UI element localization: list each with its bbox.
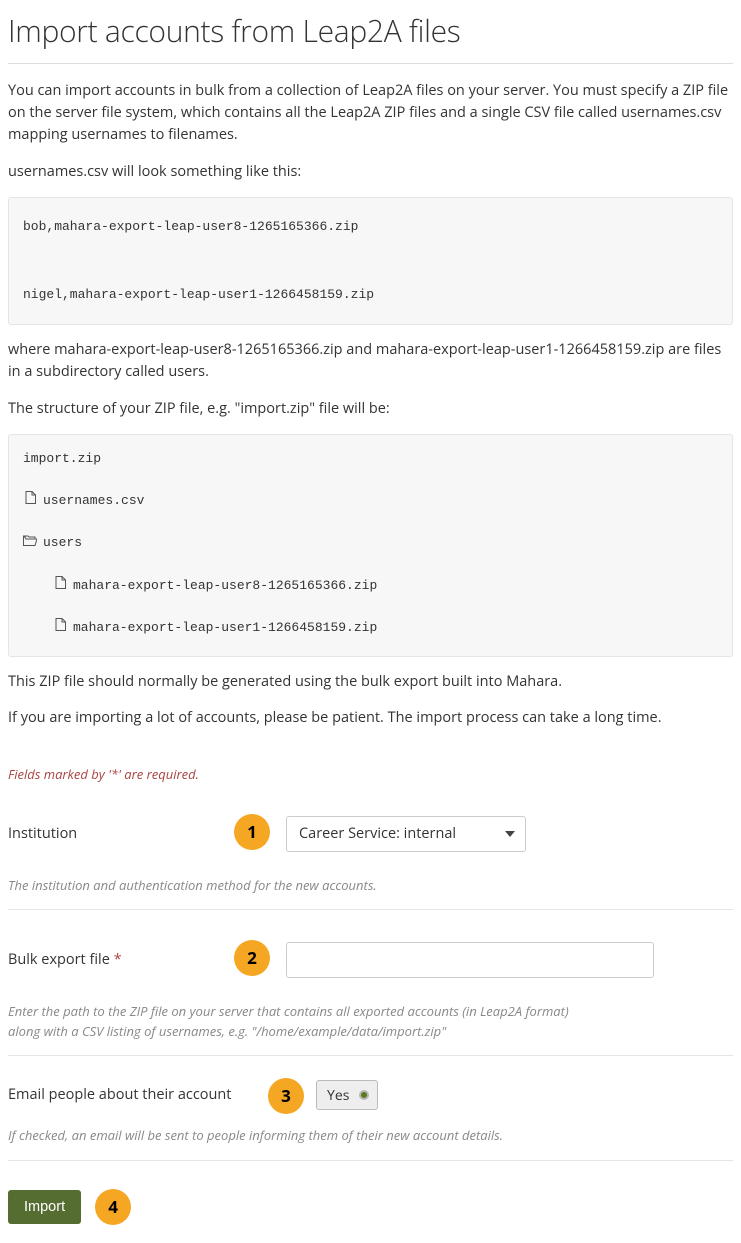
callout-badge-2: 2 (234, 940, 270, 976)
callout-badge-3: 3 (268, 1078, 304, 1114)
file-icon (53, 576, 67, 596)
toggle-label: Yes (327, 1085, 349, 1107)
callout-badge-4: 4 (95, 1189, 131, 1225)
page-title: Import accounts from Leap2A files (8, 8, 733, 55)
patience-note: If you are importing a lot of accounts, … (8, 707, 733, 729)
file-icon (53, 618, 67, 638)
zip-structure-tree: import.zip usernames.csv users mahara-ex… (8, 434, 733, 657)
email-help: If checked, an email will be sent to peo… (8, 1126, 733, 1146)
intro-text: You can import accounts in bulk from a c… (8, 80, 733, 147)
callout-badge-1: 1 (234, 814, 270, 850)
csv-example-code: bob,mahara-export-leap-user8-1265165366.… (8, 197, 733, 324)
email-toggle[interactable]: Yes (316, 1080, 378, 1110)
divider (8, 1160, 733, 1161)
tree-root: import.zip (23, 449, 718, 469)
institution-label: Institution (8, 823, 252, 845)
institution-row: Institution 1 Career Service: internal (8, 806, 733, 862)
institution-help: The institution and authentication metho… (8, 876, 733, 896)
tree-dir: users (23, 533, 718, 553)
file-label: Bulk export file * (8, 949, 252, 971)
bulk-export-file-input[interactable] (286, 942, 654, 978)
institution-select-value: Career Service: internal (299, 823, 456, 845)
folder-open-icon (23, 533, 37, 553)
csv-lead: usernames.csv will look something like t… (8, 161, 733, 183)
email-row: Email people about their account 3 Yes (8, 1078, 733, 1112)
file-row: Bulk export file * 2 (8, 932, 733, 988)
required-asterisk: * (114, 950, 122, 969)
action-row: Import 4 (8, 1189, 733, 1225)
file-icon (23, 491, 37, 511)
institution-select[interactable]: Career Service: internal (286, 816, 526, 852)
import-button[interactable]: Import (8, 1190, 81, 1224)
toggle-dot-icon (359, 1090, 369, 1100)
zip-lead: The structure of your ZIP file, e.g. "im… (8, 398, 733, 420)
divider (8, 1055, 733, 1056)
csv-follow: where mahara-export-leap-user8-126516536… (8, 339, 733, 384)
chevron-down-icon (505, 831, 515, 837)
tree-file-2: mahara-export-leap-user1-1266458159.zip (23, 618, 718, 638)
zip-note: This ZIP file should normally be generat… (8, 671, 733, 693)
email-label: Email people about their account (8, 1084, 266, 1106)
divider (8, 909, 733, 910)
tree-file-1: mahara-export-leap-user8-1265165366.zip (23, 576, 718, 596)
file-help: Enter the path to the ZIP file on your s… (8, 1002, 588, 1041)
required-note: Fields marked by '*' are required. (8, 764, 733, 784)
tree-csv: usernames.csv (23, 491, 718, 511)
title-divider (8, 63, 733, 64)
